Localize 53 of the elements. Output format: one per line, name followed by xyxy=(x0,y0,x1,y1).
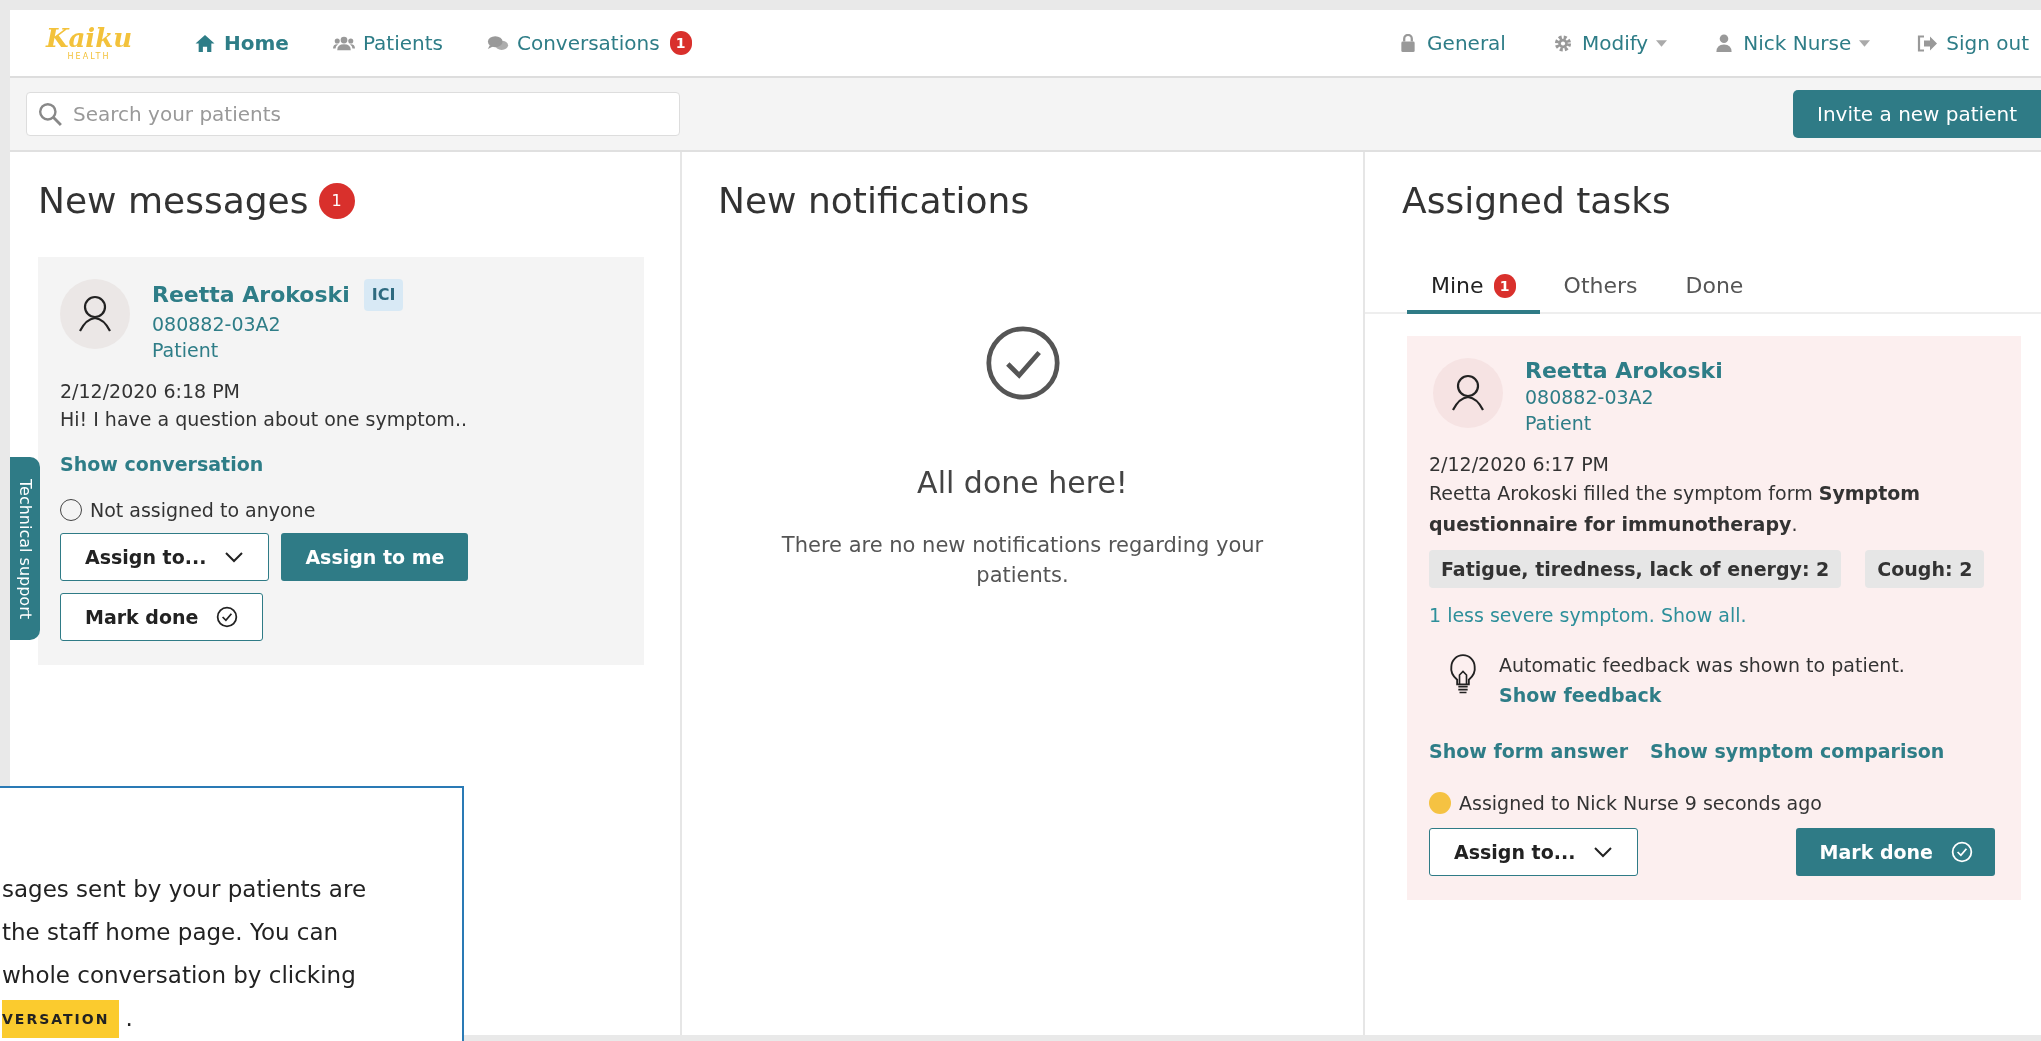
nav-link[interactable]: Modify xyxy=(1551,31,1668,55)
nav-link[interactable]: Nick Nurse xyxy=(1713,31,1871,55)
search-field[interactable]: Search your patients xyxy=(26,92,680,136)
card-link[interactable]: Show symptom comparison xyxy=(1650,740,1945,762)
empty-state-text: There are no new notifications regarding your patients. xyxy=(780,532,1265,589)
assign-to-me-button[interactable]: Assign to me xyxy=(281,533,469,581)
invite-patient-button[interactable]: Invite a new patient xyxy=(1793,90,2041,138)
show-all-symptoms-link[interactable]: 1 less severe symptom. Show all. xyxy=(1429,604,1747,626)
tooltip-text: . xyxy=(125,1004,133,1033)
message-time: 2/12/2020 6:18 PM xyxy=(60,379,241,404)
nav-link[interactable]: Home xyxy=(194,31,289,55)
tooltip-text: whole conversation by clicking xyxy=(2,961,357,990)
tooltip-text: sages sent by your patients are xyxy=(2,875,368,904)
patient-role: Patient xyxy=(152,338,219,363)
symptom-chip: Cough: 2 xyxy=(1865,550,1985,588)
empty-state-title: All done here! xyxy=(917,465,1128,500)
mark-done-button[interactable]: Mark done xyxy=(1795,828,1995,876)
patient-tag: ICI xyxy=(363,279,404,311)
assign-dropdown[interactable]: Assign to... xyxy=(60,533,270,581)
nav-link[interactable]: General xyxy=(1397,31,1506,55)
tab[interactable]: Done xyxy=(1661,263,1768,314)
section-title: New notifications xyxy=(718,180,1031,221)
nav-link[interactable]: Conversations 1 xyxy=(486,31,692,55)
tab[interactable]: Others xyxy=(1539,263,1662,314)
show-conversation-link[interactable]: Show conversation xyxy=(60,453,264,475)
show-feedback-link[interactable]: Show feedback xyxy=(1499,680,1662,710)
tab[interactable]: Mine 1 xyxy=(1407,263,1540,314)
feedback-text: Automatic feedback was shown to patient. xyxy=(1499,653,1905,678)
card-link[interactable]: Show form answer xyxy=(1429,740,1628,762)
assignment-status: Assigned to Nick Nurse 9 seconds ago xyxy=(1459,792,1822,814)
section-title: Assigned tasks xyxy=(1401,180,1672,221)
patient-id: 080882-03A2 xyxy=(152,312,281,337)
patient-role: Patient xyxy=(1525,411,1592,436)
section-title: New messages xyxy=(38,180,309,221)
count-badge: 1 xyxy=(669,31,692,55)
assign-dropdown[interactable]: Assign to... xyxy=(1429,828,1639,876)
tooltip-text: the staff home page. You can xyxy=(2,918,340,947)
nav-link[interactable]: Patients xyxy=(332,31,443,55)
count-badge: 1 xyxy=(1493,273,1516,298)
technical-support-tab[interactable]: Technical support xyxy=(10,457,40,640)
symptom-chip: Fatigue, tiredness, lack of energy: 2 xyxy=(1429,550,1842,588)
nav-link[interactable]: Sign out xyxy=(1916,31,2029,55)
logo-subtext: HEALTH xyxy=(67,53,111,61)
task-time: 2/12/2020 6:17 PM xyxy=(1429,452,1610,477)
assignment-status: Not assigned to anyone xyxy=(90,499,316,521)
highlighted-label: VERSATION xyxy=(2,999,120,1038)
mark-done-button[interactable]: Mark done xyxy=(60,593,264,641)
patient-name[interactable]: Reetta Arokoski xyxy=(1525,358,1723,384)
message-text: Hi! I have a question about one symptom.. xyxy=(60,407,467,432)
patient-name[interactable]: Reetta Arokoski xyxy=(152,282,350,308)
count-badge: 1 xyxy=(318,182,355,219)
task-description: Reetta Arokoski filled the symptom form Symptom questionnaire for immunotherapy. xyxy=(1429,481,1922,537)
patient-id: 080882-03A2 xyxy=(1525,385,1654,410)
